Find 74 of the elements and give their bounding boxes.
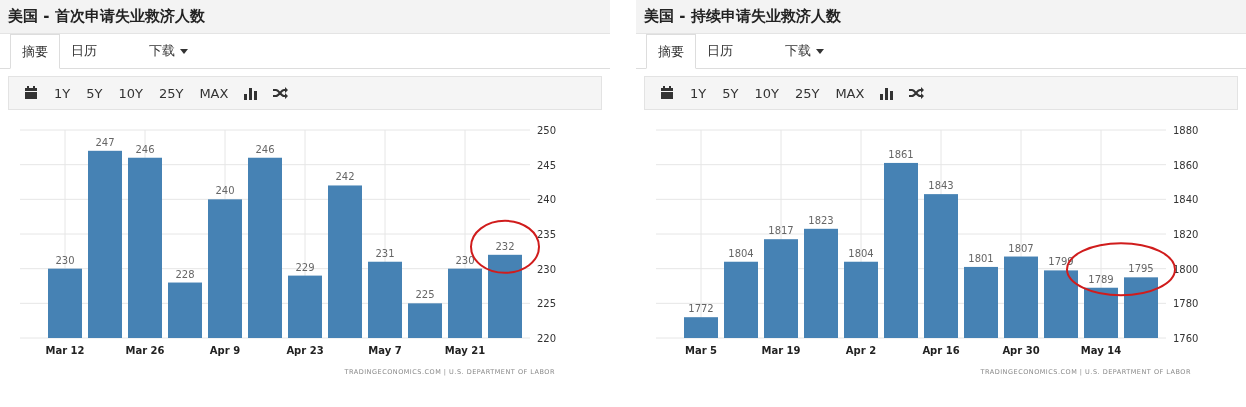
y-axis-label: 250 bbox=[537, 125, 557, 136]
value-label: 240 bbox=[215, 185, 235, 197]
tab[interactable]: 日历 bbox=[696, 34, 744, 68]
value-label: 247 bbox=[95, 136, 115, 148]
value-label: 242 bbox=[335, 171, 355, 183]
y-axis-label: 1840 bbox=[1173, 194, 1199, 206]
download-dropdown[interactable]: 下载 bbox=[138, 34, 199, 68]
x-axis-label: Apr 23 bbox=[286, 345, 324, 356]
x-axis-label: Apr 2 bbox=[845, 345, 877, 356]
value-label: 1804 bbox=[728, 247, 754, 259]
x-axis-label: Mar 19 bbox=[761, 345, 801, 356]
value-label: 1823 bbox=[808, 214, 834, 226]
x-axis-label: Mar 26 bbox=[125, 345, 165, 356]
x-axis-label: Mar 12 bbox=[45, 345, 85, 356]
range-button[interactable]: MAX bbox=[828, 82, 872, 104]
y-axis-label: 225 bbox=[537, 298, 557, 310]
range-button[interactable]: 10Y bbox=[111, 82, 150, 104]
y-axis-label: 1780 bbox=[1173, 298, 1199, 310]
y-axis-label: 1760 bbox=[1173, 333, 1199, 344]
y-axis-label: 240 bbox=[537, 194, 557, 206]
value-label: 1843 bbox=[928, 180, 954, 192]
range-button[interactable]: 5Y bbox=[79, 82, 110, 104]
x-axis-label: Apr 16 bbox=[922, 345, 960, 356]
value-label: 232 bbox=[495, 240, 515, 252]
value-label: 1804 bbox=[848, 247, 874, 259]
value-label: 1772 bbox=[688, 303, 714, 315]
shuffle-icon bbox=[273, 87, 289, 99]
x-axis-label: May 21 bbox=[444, 345, 486, 356]
y-axis-label: 1820 bbox=[1173, 229, 1199, 240]
range-button[interactable]: 25Y bbox=[151, 82, 191, 104]
range-button[interactable]: 1Y bbox=[683, 82, 714, 104]
shuffle-icon bbox=[909, 87, 925, 99]
range-button[interactable]: 25Y bbox=[787, 82, 827, 104]
download-dropdown[interactable]: 下载 bbox=[774, 34, 835, 68]
y-axis-label: 220 bbox=[537, 333, 557, 344]
x-axis-label: May 7 bbox=[368, 345, 402, 356]
calendar-icon bbox=[24, 86, 38, 100]
caret-icon bbox=[816, 48, 824, 54]
value-label: 230 bbox=[55, 254, 75, 266]
panel-title: 美国 - 持续申请失业救济人数 bbox=[644, 7, 841, 26]
y-axis-label: 230 bbox=[537, 263, 557, 275]
x-axis-label: Apr 9 bbox=[209, 345, 241, 356]
x-axis-label: Apr 30 bbox=[1002, 345, 1040, 356]
calendar-icon bbox=[660, 86, 674, 100]
value-label: 1801 bbox=[968, 252, 994, 264]
tab[interactable]: 日历 bbox=[60, 34, 108, 68]
range-button[interactable]: MAX bbox=[192, 82, 236, 104]
panel-title: 美国 - 首次申请失业救济人数 bbox=[8, 7, 205, 26]
y-axis-label: 1860 bbox=[1173, 159, 1199, 171]
y-axis-label: 245 bbox=[537, 159, 557, 171]
x-axis-label: Mar 5 bbox=[684, 345, 718, 356]
value-label: 225 bbox=[415, 289, 435, 301]
tab[interactable]: 摘要 bbox=[10, 34, 60, 69]
value-label: 229 bbox=[295, 261, 315, 273]
range-button[interactable]: 10Y bbox=[747, 82, 786, 104]
bar-chart-icon bbox=[244, 86, 258, 100]
tab[interactable]: 摘要 bbox=[646, 34, 696, 69]
y-axis-label: 235 bbox=[537, 229, 557, 240]
value-label: 1861 bbox=[888, 148, 914, 160]
bar-chart-icon bbox=[880, 86, 894, 100]
value-label: 1817 bbox=[768, 225, 794, 237]
value-label: 1789 bbox=[1088, 273, 1114, 285]
value-label: 230 bbox=[455, 254, 475, 266]
value-label: 246 bbox=[255, 143, 275, 155]
value-label: 228 bbox=[175, 268, 195, 280]
value-label: 231 bbox=[375, 247, 395, 259]
y-axis-label: 1880 bbox=[1173, 125, 1199, 136]
value-label: 246 bbox=[135, 143, 155, 155]
caret-icon bbox=[180, 48, 188, 54]
value-label: 1795 bbox=[1128, 263, 1154, 275]
x-axis-label: May 14 bbox=[1080, 345, 1122, 356]
range-button[interactable]: 5Y bbox=[715, 82, 746, 104]
value-label: 1807 bbox=[1008, 242, 1034, 254]
range-button[interactable]: 1Y bbox=[47, 82, 78, 104]
